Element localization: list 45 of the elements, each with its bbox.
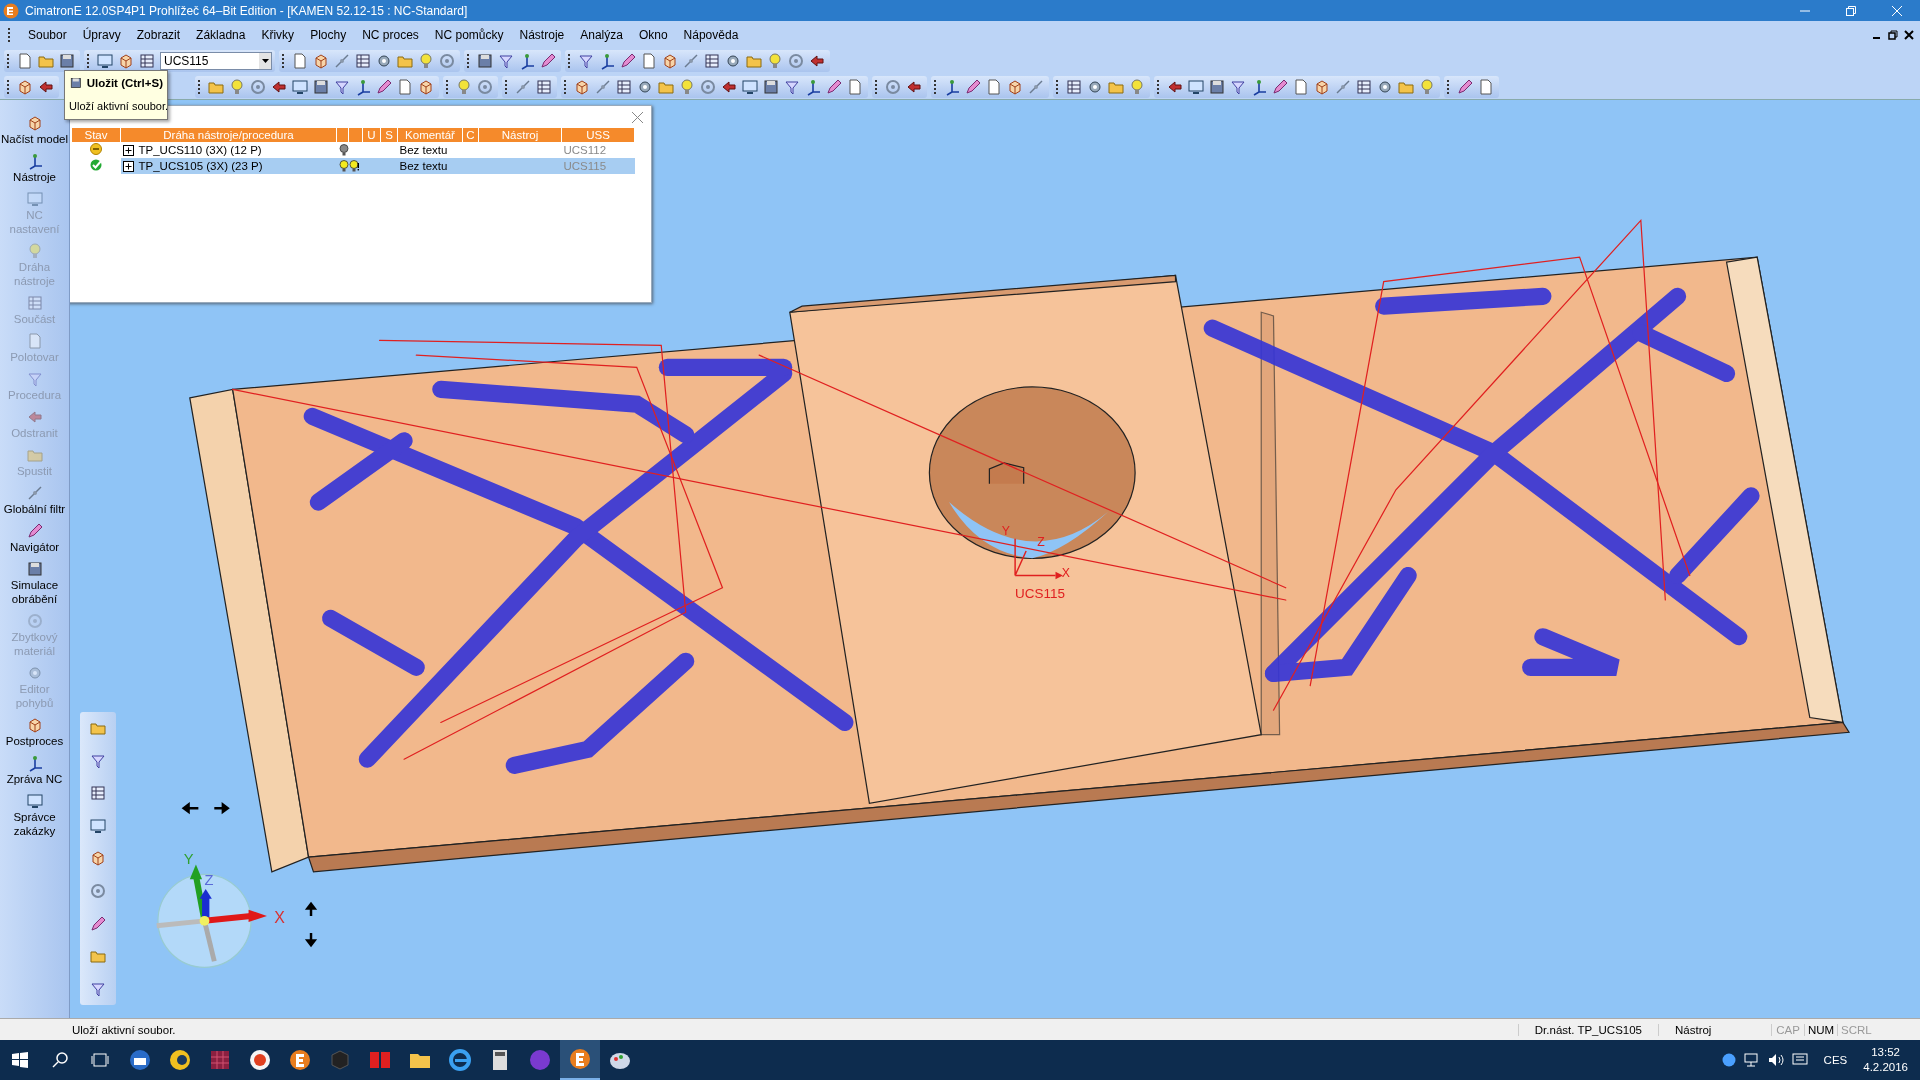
sidebar-item[interactable]: Postproces [0, 716, 69, 748]
sidebar-item[interactable]: Nástroje [0, 152, 69, 184]
toolpath-name: TP_UCS110 (3X) (12 P) [138, 144, 262, 156]
toolpath-row[interactable]: TP_UCS105 (3X) (23 P) Bez textu UCS115 [72, 158, 635, 174]
clock[interactable]: 13:52 4.2.2016 [1863, 1045, 1908, 1075]
status-message: Uloží aktivní soubor. [72, 1024, 177, 1036]
ucs-dropdown[interactable]: UCS115 [160, 52, 272, 71]
sidebar-item[interactable]: Globální filtr [0, 484, 69, 516]
menu-item[interactable]: Nástroje [511, 25, 573, 44]
menu-item[interactable]: Úpravy [74, 25, 129, 44]
menu-item[interactable]: Plochy [302, 25, 355, 44]
menu-item[interactable]: NC pomůcky [426, 25, 512, 44]
axis-label: X [274, 909, 285, 927]
ucs-label: UCS115 [1015, 585, 1065, 601]
axis-label: Y [1001, 524, 1010, 539]
axis-label: X [1061, 565, 1070, 580]
menu-item[interactable]: Okno [630, 25, 676, 44]
window-title: CimatronE 12.0SP4P1 Prohlížeč 64–Bit Edition - [KAMEN 52.12-15 : NC-Standard] [25, 3, 469, 18]
toolpath-status: Dr.nást. TP_UCS105 [1517, 1024, 1658, 1036]
sidebar-item[interactable]: Načíst model [0, 114, 69, 146]
comment-cell: Bez textu [397, 142, 463, 158]
menu-item[interactable]: NC proces [354, 25, 427, 44]
menu-item[interactable]: Křivky [253, 25, 303, 44]
key-indicator: NUM [1804, 1024, 1837, 1036]
uss-cell: UCS115 [561, 158, 635, 174]
uss-cell: UCS112 [561, 142, 635, 158]
menu-item[interactable]: Soubor [20, 25, 75, 44]
comment-cell: Bez textu [397, 158, 463, 174]
sidebar-item[interactable]: Simulace obrábění [0, 560, 69, 606]
menu-item[interactable]: Základna [188, 25, 254, 44]
menu-item[interactable]: Analýza [572, 25, 631, 44]
language-indicator[interactable]: CES [1815, 1054, 1856, 1066]
sidebar-item[interactable]: Zpráva NC [0, 754, 69, 786]
tool-status: Nástroj [1658, 1024, 1771, 1036]
toolpath-row[interactable]: TP_UCS110 (3X) (12 P) Bez textu UCS112 [72, 142, 635, 158]
sidebar-item[interactable]: Správce zakázky [0, 792, 69, 838]
menu-item[interactable]: Zobrazit [128, 25, 189, 44]
tooltip-title: Uložit (Ctrl+S) [86, 77, 163, 89]
key-indicator: SCRL [1837, 1024, 1870, 1036]
axis-label: Z [204, 872, 214, 889]
toolpath-name: TP_UCS105 (3X) (23 P) [138, 160, 263, 172]
sidebar-item[interactable]: Navigátor [0, 522, 69, 554]
key-indicator: CAP [1771, 1024, 1804, 1036]
axis-label: Y [183, 851, 194, 868]
menu-item[interactable]: Nápověda [675, 25, 747, 44]
